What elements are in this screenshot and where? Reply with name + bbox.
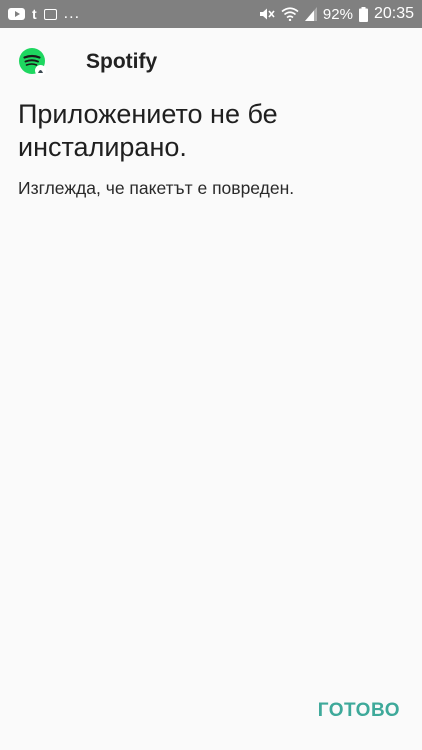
- youtube-icon: [8, 8, 25, 20]
- dialog-title: Приложението не бе инсталирано.: [18, 99, 278, 162]
- clock: 20:35: [373, 5, 414, 22]
- battery-icon: [358, 6, 368, 22]
- spotify-icon: [18, 47, 48, 77]
- wifi-icon: [281, 7, 299, 21]
- mute-icon: [259, 7, 275, 21]
- tumblr-icon: t: [32, 6, 37, 22]
- dialog-message: Изглежда, че пакетът е повреден.: [18, 178, 295, 198]
- status-bar-system: 92% 20:35: [259, 5, 414, 23]
- status-bar-notifications: t ...: [8, 5, 80, 23]
- overflow-indicator: ...: [63, 5, 81, 22]
- app-name: Spotify: [86, 50, 158, 73]
- app-header: Spotify: [18, 46, 157, 78]
- signal-icon: [304, 7, 317, 21]
- gallery-icon: [43, 8, 57, 20]
- battery-percent: 92%: [322, 5, 353, 23]
- done-button[interactable]: ГОТОВО: [318, 700, 400, 722]
- status-bar: t ... 92% 20:35: [0, 0, 422, 28]
